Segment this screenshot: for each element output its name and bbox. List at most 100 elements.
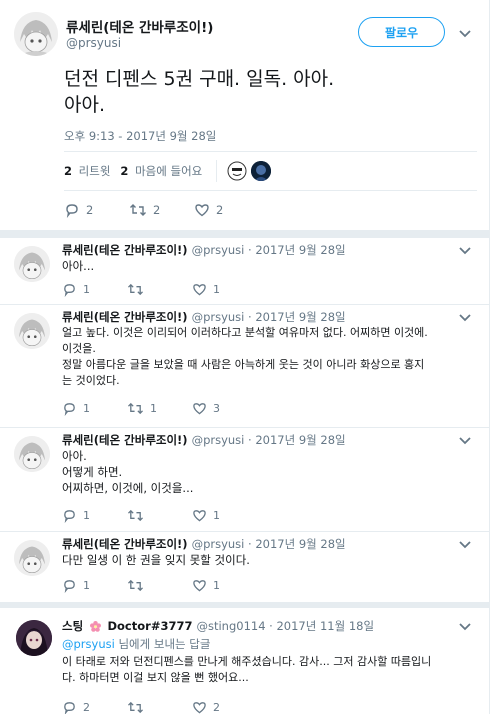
main-text-line-2: 아아. (64, 94, 105, 116)
like-button[interactable]: 3 (192, 401, 257, 416)
reply-tweet[interactable]: 류세린(테온 간바루조이!) @prsyusi · 2017년 9월 28일 얼고… (0, 305, 489, 427)
like-count: 2 (213, 701, 220, 714)
chevron-down-icon[interactable] (458, 435, 472, 445)
reply-display-name[interactable]: 스팅 (62, 619, 83, 633)
reply-button[interactable]: 2 (62, 700, 127, 714)
like-count: 1 (213, 283, 220, 296)
reply-text-line: 다. 하마터면 이걸 보지 않을 뻔 했어요... (62, 671, 249, 684)
reply-button[interactable]: 2 (64, 202, 129, 218)
like-stat-label: 마음에 들어요 (135, 164, 203, 178)
main-timestamp[interactable]: 오후 9:13 - 2017년 9월 28일 (64, 128, 216, 144)
retweet-stat-label: 리트윗 (78, 164, 111, 178)
reply-meta[interactable]: @prsyusi · 2017년 9월 28일 (192, 537, 346, 551)
retweet-stat-count: 2 (64, 164, 73, 178)
reply-display-name[interactable]: 류세린(테온 간바루조이!) (62, 243, 188, 257)
main-display-name[interactable]: 류세린(테온 간바루조이!) (66, 16, 213, 36)
reply-count: 1 (83, 509, 90, 522)
like-count: 3 (213, 402, 220, 415)
retweet-button[interactable] (127, 282, 192, 297)
reply-actions: 2 2 (62, 700, 257, 714)
reply-tweet[interactable]: 스팅 Doctor#3777 @sting0114 · 2017년 11월 18일… (0, 608, 489, 714)
reply-meta[interactable]: @sting0114 · 2017년 11월 18일 (196, 619, 374, 633)
reply-text-line: 는 것이었다. (62, 374, 120, 387)
like-button[interactable]: 1 (192, 508, 257, 523)
reply-avatar[interactable] (14, 313, 50, 349)
reply-icon (66, 204, 78, 218)
reply-tweet[interactable]: 류세린(테온 간바루조이!) @prsyusi · 2017년 9월 28일 다만… (0, 532, 489, 602)
reply-text: 아아... (62, 258, 94, 274)
reply-actions: 1 1 (62, 578, 257, 593)
heart-icon (193, 510, 206, 522)
reply-tweet[interactable]: 류세린(테온 간바루조이!) @prsyusi · 2017년 9월 28일 아아… (0, 238, 489, 304)
replying-to-handle[interactable]: @prsyusi (62, 637, 115, 651)
reply-button[interactable]: 1 (62, 282, 127, 297)
chevron-down-icon[interactable] (458, 539, 472, 549)
reply-button[interactable]: 1 (62, 401, 127, 416)
follow-button[interactable]: 팔로우 (358, 17, 445, 47)
like-count: 2 (216, 203, 224, 217)
like-button[interactable]: 2 (192, 700, 257, 714)
main-handle[interactable]: @prsyusi (66, 36, 121, 50)
reply-actions: 1 1 (62, 282, 257, 297)
reply-icon (64, 510, 75, 523)
retweet-icon (130, 204, 146, 216)
reply-button[interactable]: 1 (62, 578, 127, 593)
reply-display-name[interactable]: 류세린(테온 간바루조이!) (62, 310, 188, 324)
reply-count: 1 (83, 579, 90, 592)
reply-icon (64, 284, 75, 297)
follow-label: 팔로우 (384, 25, 419, 40)
retweet-icon (128, 402, 143, 415)
reply-icon (64, 403, 75, 416)
retweet-icon (128, 701, 143, 714)
reply-meta[interactable]: @prsyusi · 2017년 9월 28일 (192, 310, 346, 324)
chevron-down-icon[interactable] (458, 28, 472, 38)
reply-text-line: 이것을. (62, 342, 96, 355)
like-button[interactable]: 1 (192, 578, 257, 593)
reply-avatar[interactable] (16, 620, 52, 656)
main-avatar[interactable] (14, 12, 58, 56)
reply-tweet[interactable]: 류세린(테온 간바루조이!) @prsyusi · 2017년 9월 28일 아아… (0, 428, 489, 531)
liker-avatar-2[interactable] (251, 161, 272, 181)
chevron-down-icon[interactable] (458, 312, 472, 322)
liker-avatar-1[interactable] (227, 161, 248, 181)
retweet-button[interactable] (127, 700, 192, 714)
reply-text: 이 타래로 저와 던전디펜스를 만나게 해주셨습니다. 감사... 그저 감사할… (62, 654, 431, 686)
like-button[interactable]: 2 (194, 202, 259, 218)
main-actions: 2 2 2 (64, 202, 259, 218)
reply-count: 2 (83, 701, 90, 714)
tweet-thread: 류세린(테온 간바루조이!) @prsyusi 팔로우 던전 디펜스 5권 구매… (0, 0, 490, 714)
reply-text: 아아. 어떻게 하면. 어찌하면, 이것에, 이것을... (62, 448, 193, 496)
like-stat[interactable]: 2 마음에 들어요 (120, 163, 202, 179)
reply-avatar[interactable] (14, 540, 50, 576)
reply-button[interactable]: 1 (62, 508, 127, 523)
retweet-button[interactable] (127, 578, 192, 593)
reply-text-line: 어찌하면, 이것에, 이것을... (62, 481, 194, 495)
reply-display-name[interactable]: 류세린(테온 간바루조이!) (62, 433, 188, 447)
reply-display-name-suffix[interactable]: Doctor#3777 (107, 619, 192, 633)
retweet-button[interactable]: 2 (129, 202, 194, 218)
reply-meta[interactable]: @prsyusi · 2017년 9월 28일 (192, 243, 346, 257)
retweet-count: 1 (150, 402, 157, 415)
retweet-button[interactable]: 1 (127, 401, 192, 416)
reply-display-name[interactable]: 류세린(테온 간바루조이!) (62, 537, 188, 551)
retweet-button[interactable] (127, 508, 192, 523)
like-button[interactable]: 1 (192, 282, 257, 297)
heart-icon (193, 580, 206, 592)
stats-bottom-border (64, 190, 477, 191)
chevron-down-icon[interactable] (458, 245, 472, 255)
reply-header: 스팅 Doctor#3777 @sting0114 · 2017년 11월 18일 (62, 618, 374, 634)
stats-separator (216, 160, 218, 182)
reply-header: 류세린(테온 간바루조이!) @prsyusi · 2017년 9월 28일 (62, 536, 346, 552)
replying-to-label: 님에게 보내는 답글 (114, 637, 211, 651)
retweet-stat[interactable]: 2 리트윗 (64, 163, 110, 179)
reply-icon (64, 580, 75, 593)
chevron-down-icon[interactable] (458, 621, 472, 631)
retweet-count: 2 (153, 203, 161, 217)
like-stat-count: 2 (120, 164, 129, 178)
reply-text-line: 어떻게 하면. (62, 465, 123, 479)
reply-avatar[interactable] (14, 436, 50, 472)
reply-meta[interactable]: @prsyusi · 2017년 9월 28일 (192, 433, 346, 447)
reply-text-line: 이 타래로 저와 던전디펜스를 만나게 해주셨습니다. 감사... 그저 감사할… (62, 655, 432, 668)
reply-avatar[interactable] (14, 246, 50, 282)
heart-icon (195, 204, 209, 217)
